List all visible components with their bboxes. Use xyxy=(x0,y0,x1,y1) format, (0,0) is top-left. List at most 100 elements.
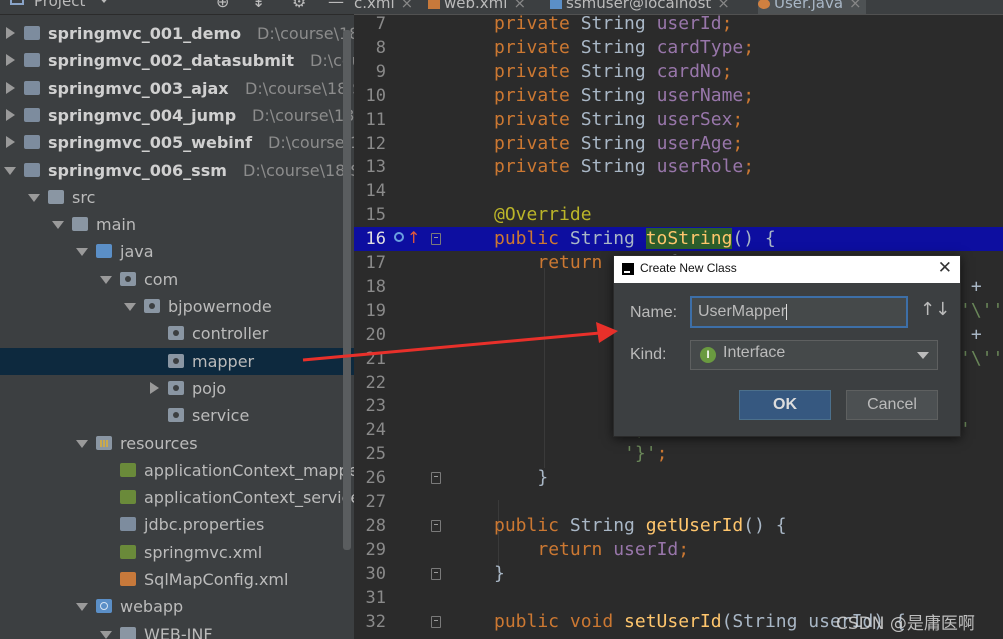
tree-item[interactable]: WEB-INF xyxy=(0,621,354,639)
folder-icon xyxy=(48,189,64,204)
fold-icon[interactable] xyxy=(431,472,441,485)
project-scrollbar[interactable] xyxy=(343,30,351,550)
tree-item-label: controller xyxy=(192,324,269,344)
line-number: 27 xyxy=(365,492,386,512)
chevron-down-icon[interactable] xyxy=(28,193,40,202)
close-icon[interactable]: × xyxy=(849,0,862,12)
tree-item-label: resources xyxy=(120,433,198,453)
kind-select[interactable]: I Interface xyxy=(690,340,938,370)
tree-item[interactable]: springmvc.xml xyxy=(0,539,354,566)
code-line[interactable]: 31 xyxy=(354,586,1003,610)
code-line[interactable]: 14 xyxy=(354,179,1003,203)
chevron-down-icon[interactable] xyxy=(98,0,110,3)
overrides-arrow-icon[interactable]: ↑ xyxy=(407,228,420,248)
close-icon[interactable]: × xyxy=(717,0,730,12)
tree-item[interactable]: service xyxy=(0,402,354,429)
chevron-right-icon[interactable] xyxy=(150,381,159,394)
chevron-down-icon[interactable] xyxy=(76,439,88,448)
tree-item[interactable]: com xyxy=(0,266,354,293)
code-line[interactable]: 7 private String userId; xyxy=(354,12,1003,36)
package-icon xyxy=(168,353,184,368)
cancel-button[interactable]: Cancel xyxy=(846,390,938,420)
fold-icon[interactable] xyxy=(431,567,441,580)
tree-item[interactable]: springmvc_004_jump D:\course\18.Sprin xyxy=(0,102,354,129)
tree-item[interactable]: applicationContext_mapper.x xyxy=(0,457,354,484)
gear-icon[interactable]: ⚙ xyxy=(292,0,306,11)
chevron-right-icon[interactable] xyxy=(6,81,15,94)
override-marker-icon[interactable] xyxy=(394,232,404,243)
tree-item-label: src xyxy=(72,187,96,207)
chevron-down-icon[interactable] xyxy=(4,166,16,175)
locate-icon[interactable]: ⊕ xyxy=(216,0,229,11)
hide-icon[interactable]: — xyxy=(328,0,344,11)
tree-item-label: java xyxy=(120,242,154,262)
chevron-down-icon[interactable] xyxy=(76,248,88,257)
chevron-right-icon[interactable] xyxy=(6,108,15,121)
code-line[interactable]: 13 private String userRole; xyxy=(354,155,1003,179)
code-line[interactable]: 12 private String userAge; xyxy=(354,132,1003,156)
chevron-down-icon[interactable] xyxy=(76,603,88,612)
code-line[interactable]: 11 private String userSex; xyxy=(354,108,1003,132)
code-line[interactable]: 28 public String getUserId() { xyxy=(354,514,1003,538)
chevron-down-icon[interactable] xyxy=(52,221,64,230)
code-text: private String cardType; xyxy=(494,36,754,60)
tree-item[interactable]: webapp xyxy=(0,593,354,620)
tree-item[interactable]: resources xyxy=(0,430,354,457)
field-token: userAge xyxy=(656,132,733,154)
chevron-right-icon[interactable] xyxy=(6,136,15,149)
fold-icon[interactable] xyxy=(431,233,441,246)
tree-item[interactable]: src xyxy=(0,184,354,211)
tree-item[interactable]: applicationContext_service.xı xyxy=(0,484,354,511)
code-line[interactable]: 9 private String cardNo; xyxy=(354,60,1003,84)
tree-item[interactable]: java xyxy=(0,238,354,265)
tree-item[interactable]: mapper xyxy=(0,347,354,375)
dialog-title-bar[interactable]: Create New Class ✕ xyxy=(614,256,960,283)
ok-button[interactable]: OK xyxy=(739,390,831,420)
code-line[interactable]: 30} xyxy=(354,562,1003,586)
chevron-down-icon[interactable] xyxy=(100,275,112,284)
class-name-input[interactable]: UserMapper xyxy=(690,296,908,328)
tree-item[interactable]: springmvc_005_webinf D:\course\18.Spr xyxy=(0,129,354,156)
sort-arrows-icon[interactable]: ↑↓ xyxy=(920,299,950,320)
code-line[interactable]: 26 } xyxy=(354,466,1003,490)
tree-item[interactable]: springmvc_002_datasubmitD:\course\18 xyxy=(0,47,354,74)
close-icon[interactable]: × xyxy=(401,0,414,12)
tree-item[interactable]: pojo xyxy=(0,375,354,402)
method-token: setUserId xyxy=(624,610,722,632)
tree-item[interactable]: main xyxy=(0,211,354,238)
tree-item[interactable]: bjpowernode xyxy=(0,293,354,320)
tree-item[interactable]: springmvc_006_ssm D:\course\18.Spring xyxy=(0,157,354,184)
folder-icon xyxy=(120,626,136,639)
code-line[interactable]: 10 private String userName; xyxy=(354,84,1003,108)
code-line[interactable]: 27 xyxy=(354,490,1003,514)
tree-item[interactable]: controller xyxy=(0,320,354,347)
collapse-all-icon[interactable]: ⇟ xyxy=(252,0,265,11)
code-line[interactable]: 29 return userId; xyxy=(354,538,1003,562)
chevron-right-icon[interactable] xyxy=(6,27,15,39)
chevron-down-icon[interactable] xyxy=(124,303,136,311)
method-token: toString xyxy=(645,228,733,250)
kind-value: Interface xyxy=(723,344,786,361)
tree-item[interactable]: springmvc_001_demo D:\course\18.Sprin xyxy=(0,20,354,47)
properties-file-icon xyxy=(120,517,136,532)
code-token: String xyxy=(580,36,657,58)
code-line[interactable]: 15 @Override xyxy=(354,203,1003,227)
tree-item[interactable]: SqlMapConfig.xml xyxy=(0,566,354,593)
close-icon[interactable]: ✕ xyxy=(938,258,952,278)
code-line[interactable]: 8 private String cardType; xyxy=(354,36,1003,60)
code-line[interactable]: 16 ↑ public String toString() { xyxy=(354,227,1003,252)
chevron-right-icon[interactable] xyxy=(6,54,15,67)
tree-item-label: springmvc_001_demo xyxy=(48,24,242,43)
chevron-down-icon[interactable] xyxy=(100,630,112,639)
close-icon[interactable]: × xyxy=(513,0,526,12)
fold-icon[interactable] xyxy=(431,615,441,628)
package-icon xyxy=(168,380,184,395)
project-panel-title[interactable]: Project xyxy=(34,0,85,10)
tree-item[interactable]: springmvc_003_ajax D:\course\18.Spring xyxy=(0,75,354,102)
code-line[interactable]: 25 '}'; xyxy=(354,442,1003,466)
package-icon xyxy=(144,299,160,313)
fold-icon[interactable] xyxy=(431,519,441,532)
tree-item[interactable]: jdbc.properties xyxy=(0,511,354,538)
